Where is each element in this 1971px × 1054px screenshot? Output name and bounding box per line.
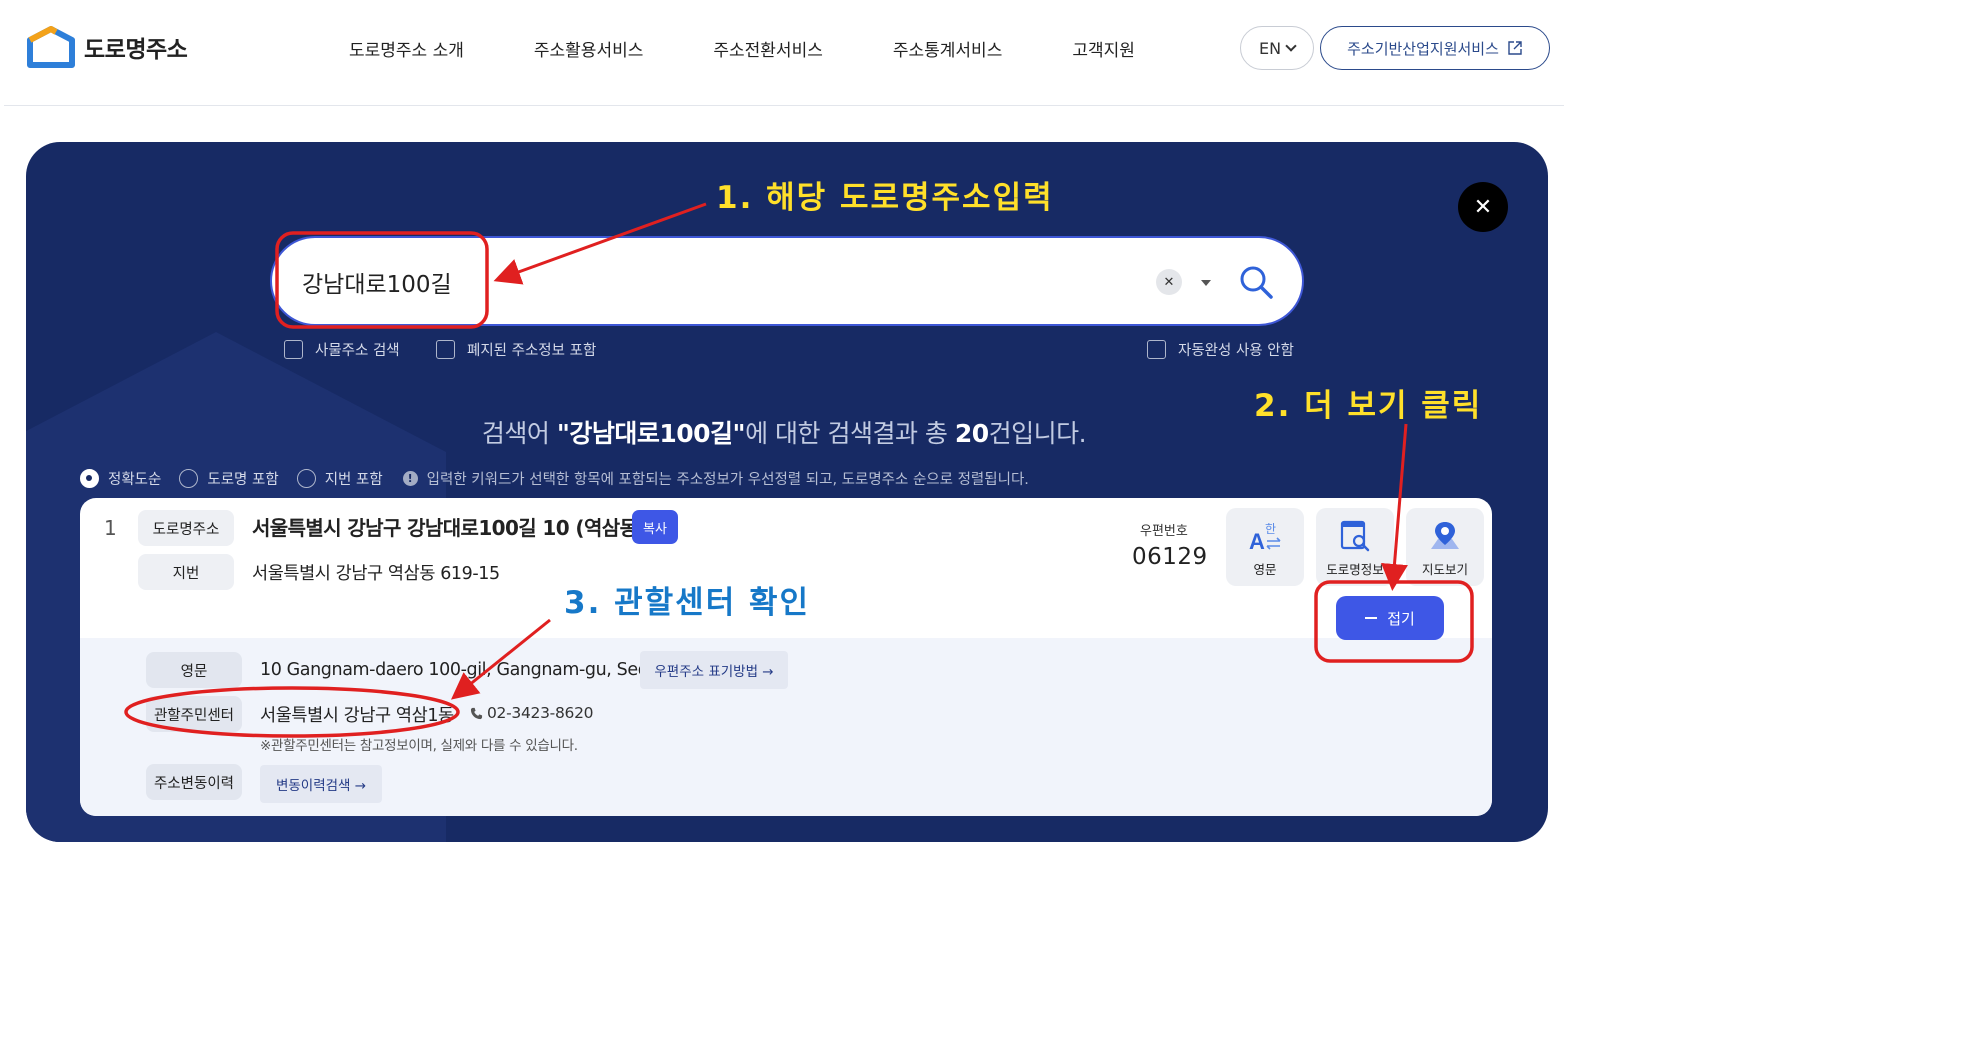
sort-jibun-radio[interactable] <box>296 469 316 488</box>
jibun-address: 서울특별시 강남구 역삼동 619-15 <box>252 564 500 584</box>
search-input[interactable] <box>302 260 1102 304</box>
summary-count: 20 <box>954 419 989 448</box>
copy-button[interactable]: 복사 <box>632 510 678 544</box>
abolished-option[interactable]: 폐지된 주소정보 포함 <box>436 339 596 360</box>
autocomplete-checkbox[interactable] <box>1147 340 1166 359</box>
nav-item-conversion[interactable]: 주소전환서비스 <box>713 36 822 61</box>
search-box: ✕ <box>270 236 1304 326</box>
house-logo-icon <box>27 26 75 68</box>
center-notice: ※관할주민센터는 참고정보이며, 실제와 다를 수 있습니다. <box>260 738 578 754</box>
phone-icon <box>470 707 483 719</box>
minus-icon <box>1365 617 1378 619</box>
center-phone: 02-3423-8620 <box>470 704 594 722</box>
sort-road[interactable]: 도로명 포함 <box>179 468 279 489</box>
step2-annotation: 2. 더 보기 클릭 <box>1254 388 1483 424</box>
logo-text: 도로명주소 <box>84 37 188 63</box>
summary-keyword: "강남대로100길" <box>556 419 746 448</box>
step3-annotation: 3. 관할센터 확인 <box>564 585 811 621</box>
nav-item-intro[interactable]: 도로명주소 소개 <box>349 36 464 61</box>
map-view-button[interactable]: 지도보기 <box>1406 508 1484 586</box>
abolished-label: 폐지된 주소정보 포함 <box>467 343 597 359</box>
language-label: EN <box>1258 38 1282 58</box>
language-select[interactable]: EN <box>1240 26 1314 70</box>
english-address-button[interactable]: A 한 영문 <box>1226 508 1304 586</box>
site-logo[interactable]: 도로명주소 <box>26 26 188 68</box>
road-address: 서울특별시 강남구 강남대로100길 10 (역삼동) <box>252 516 647 540</box>
step1-annotation: 1. 해당 도로명주소입력 <box>716 180 1054 216</box>
postal-format-link[interactable]: 우편주소 표기방법 → <box>640 651 788 689</box>
english-address: 10 Gangnam-daero 100-gil, Gangnam-gu, Se… <box>260 660 664 680</box>
svg-text:한: 한 <box>1265 522 1276 536</box>
sort-accuracy-radio[interactable] <box>80 469 99 488</box>
result-number: 1 <box>104 516 117 540</box>
map-pin-icon <box>1431 522 1459 549</box>
translate-icon: A 한 <box>1249 522 1281 553</box>
search-icon[interactable] <box>1238 264 1274 300</box>
history-label: 주소변동이력 <box>146 764 242 800</box>
industry-support-label: 주소기반산업지원서비스 <box>1347 39 1499 58</box>
road-address-label: 도로명주소 <box>138 510 234 546</box>
result-card: 1 도로명주소 서울특별시 강남구 강남대로100길 10 (역삼동) 복사 지… <box>80 498 1492 816</box>
svg-text:A: A <box>1249 529 1265 553</box>
industry-support-link[interactable]: 주소기반산업지원서비스 <box>1320 26 1550 70</box>
nav-item-support[interactable]: 고객지원 <box>1072 36 1135 61</box>
info-icon: ! <box>402 471 418 486</box>
site-header: 도로명주소 도로명주소 소개 주소활용서비스 주소전환서비스 주소통계서비스 고… <box>4 0 1564 106</box>
nav-item-statistics[interactable]: 주소통계서비스 <box>893 36 1002 61</box>
center-label: 관할주민센터 <box>146 696 242 732</box>
zip-code: 06129 <box>1132 544 1208 570</box>
close-button[interactable]: ✕ <box>1458 182 1508 232</box>
chevron-down-icon <box>1285 40 1297 52</box>
clear-search-button[interactable]: ✕ <box>1156 269 1182 295</box>
building-search-option[interactable]: 사물주소 검색 <box>284 339 400 360</box>
building-search-label: 사물주소 검색 <box>315 343 400 359</box>
road-info-button[interactable]: 도로명정보 <box>1316 508 1394 586</box>
sort-note: 입력한 키워드가 선택한 항목에 포함되는 주소정보가 우선정렬 되고, 도로명… <box>426 472 1029 488</box>
history-search-link[interactable]: 변동이력검색 → <box>260 765 382 803</box>
sort-accuracy[interactable]: 정확도순 <box>80 468 161 489</box>
nav-item-services[interactable]: 주소활용서비스 <box>534 36 643 61</box>
sort-options: 정확도순 도로명 포함 지번 포함 ! 입력한 키워드가 선택한 항목에 포함되… <box>80 468 1029 489</box>
autocomplete-label: 자동완성 사용 안함 <box>1178 343 1294 359</box>
jibun-label: 지번 <box>138 554 234 590</box>
main-nav: 도로명주소 소개 주소활용서비스 주소전환서비스 주소통계서비스 고객지원 <box>349 36 1205 61</box>
fold-button[interactable]: 접기 <box>1336 596 1444 640</box>
sort-jibun[interactable]: 지번 포함 <box>296 468 383 489</box>
dropdown-caret-icon[interactable] <box>1201 280 1211 286</box>
abolished-checkbox[interactable] <box>436 340 455 359</box>
english-address-label: 영문 <box>146 652 242 688</box>
building-search-checkbox[interactable] <box>284 340 303 359</box>
sort-road-radio[interactable] <box>179 469 199 488</box>
zip-label: 우편번호 <box>1140 524 1188 539</box>
document-search-icon <box>1340 520 1370 552</box>
center-name: 서울특별시 강남구 역삼1동 <box>260 706 454 726</box>
external-link-icon <box>1508 41 1522 55</box>
autocomplete-option[interactable]: 자동완성 사용 안함 <box>1147 339 1294 360</box>
